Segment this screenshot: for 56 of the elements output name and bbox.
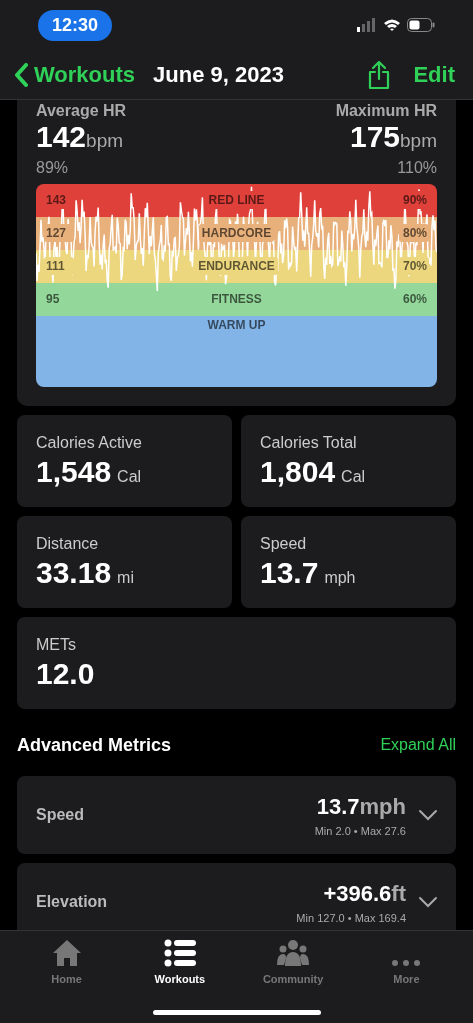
stat-label: Maximum HR xyxy=(335,102,437,120)
tab-item[interactable]: Home xyxy=(21,937,112,987)
stat-unit: mi xyxy=(117,567,134,588)
people-icon xyxy=(276,938,311,967)
stat-unit: Cal xyxy=(117,466,142,487)
stat-value: 1,804 xyxy=(260,454,336,489)
metric-unit: mph xyxy=(359,792,406,821)
stat-value: 1,548 xyxy=(36,454,112,489)
stat-unit: bpm xyxy=(400,129,437,153)
metric-range: Min 127.0 • Max 169.4 xyxy=(296,910,406,926)
stat-unit: mph xyxy=(324,567,356,588)
stat-percent: 89% xyxy=(36,157,70,178)
stat-value: 12.0 xyxy=(36,656,95,691)
zone-percent: 70% xyxy=(399,257,429,275)
tab-item[interactable]: Workouts xyxy=(134,937,225,987)
more-icon xyxy=(391,958,422,967)
stat-value: 33.18 xyxy=(36,555,112,590)
wifi-icon xyxy=(383,18,401,32)
metric-value: 13.7 xyxy=(316,792,360,821)
metric-label: Elevation xyxy=(36,891,108,912)
share-icon[interactable] xyxy=(367,59,392,90)
stat-label: Average HR xyxy=(36,102,127,120)
metric-row[interactable]: Elevation +396.6ft Min 127.0 • Max 169.4 xyxy=(17,862,456,930)
zone-name: HARDCORE xyxy=(198,224,275,242)
battery-icon xyxy=(407,18,435,32)
screen-title: June 9, 2023 xyxy=(153,61,284,89)
list-icon xyxy=(163,938,196,967)
tab-item[interactable]: Community xyxy=(248,937,339,987)
stat-label: Distance xyxy=(36,533,100,554)
stat-unit: Cal xyxy=(341,466,366,487)
metric-row[interactable]: Speed 13.7mph Min 2.0 • Max 27.6 xyxy=(17,775,456,854)
stat-unit: bpm xyxy=(86,129,124,153)
zone-bpm: 127 xyxy=(44,224,74,242)
stat-label: Calories Active xyxy=(36,432,143,453)
stat-label: METs xyxy=(36,634,77,655)
zone-bpm: 111 xyxy=(44,257,74,275)
metric-label: Speed xyxy=(36,804,84,825)
stat-percent: 110% xyxy=(397,157,437,178)
signal-icon xyxy=(357,18,377,32)
back-button[interactable]: Workouts xyxy=(14,58,136,91)
stat-label: Calories Total xyxy=(260,432,358,453)
expand-all-link[interactable]: Expand All xyxy=(380,733,456,757)
metric-unit: ft xyxy=(391,879,406,908)
edit-button[interactable]: Edit xyxy=(413,58,455,91)
stat-value: 142 xyxy=(36,120,87,154)
metric-range: Min 2.0 • Max 27.6 xyxy=(314,823,406,839)
stat-label: Speed xyxy=(260,533,308,554)
stat-value: 175 xyxy=(349,120,401,154)
tab-item[interactable]: More xyxy=(361,937,452,987)
section-title: Advanced Metrics xyxy=(17,733,172,757)
status-time: 12:30 xyxy=(38,9,113,41)
zone-percent: 80% xyxy=(399,224,429,242)
back-chevron-icon xyxy=(14,62,28,87)
metric-value: +396.6 xyxy=(323,879,392,908)
home-icon xyxy=(51,938,82,967)
stat-value: 13.7 xyxy=(260,555,319,590)
